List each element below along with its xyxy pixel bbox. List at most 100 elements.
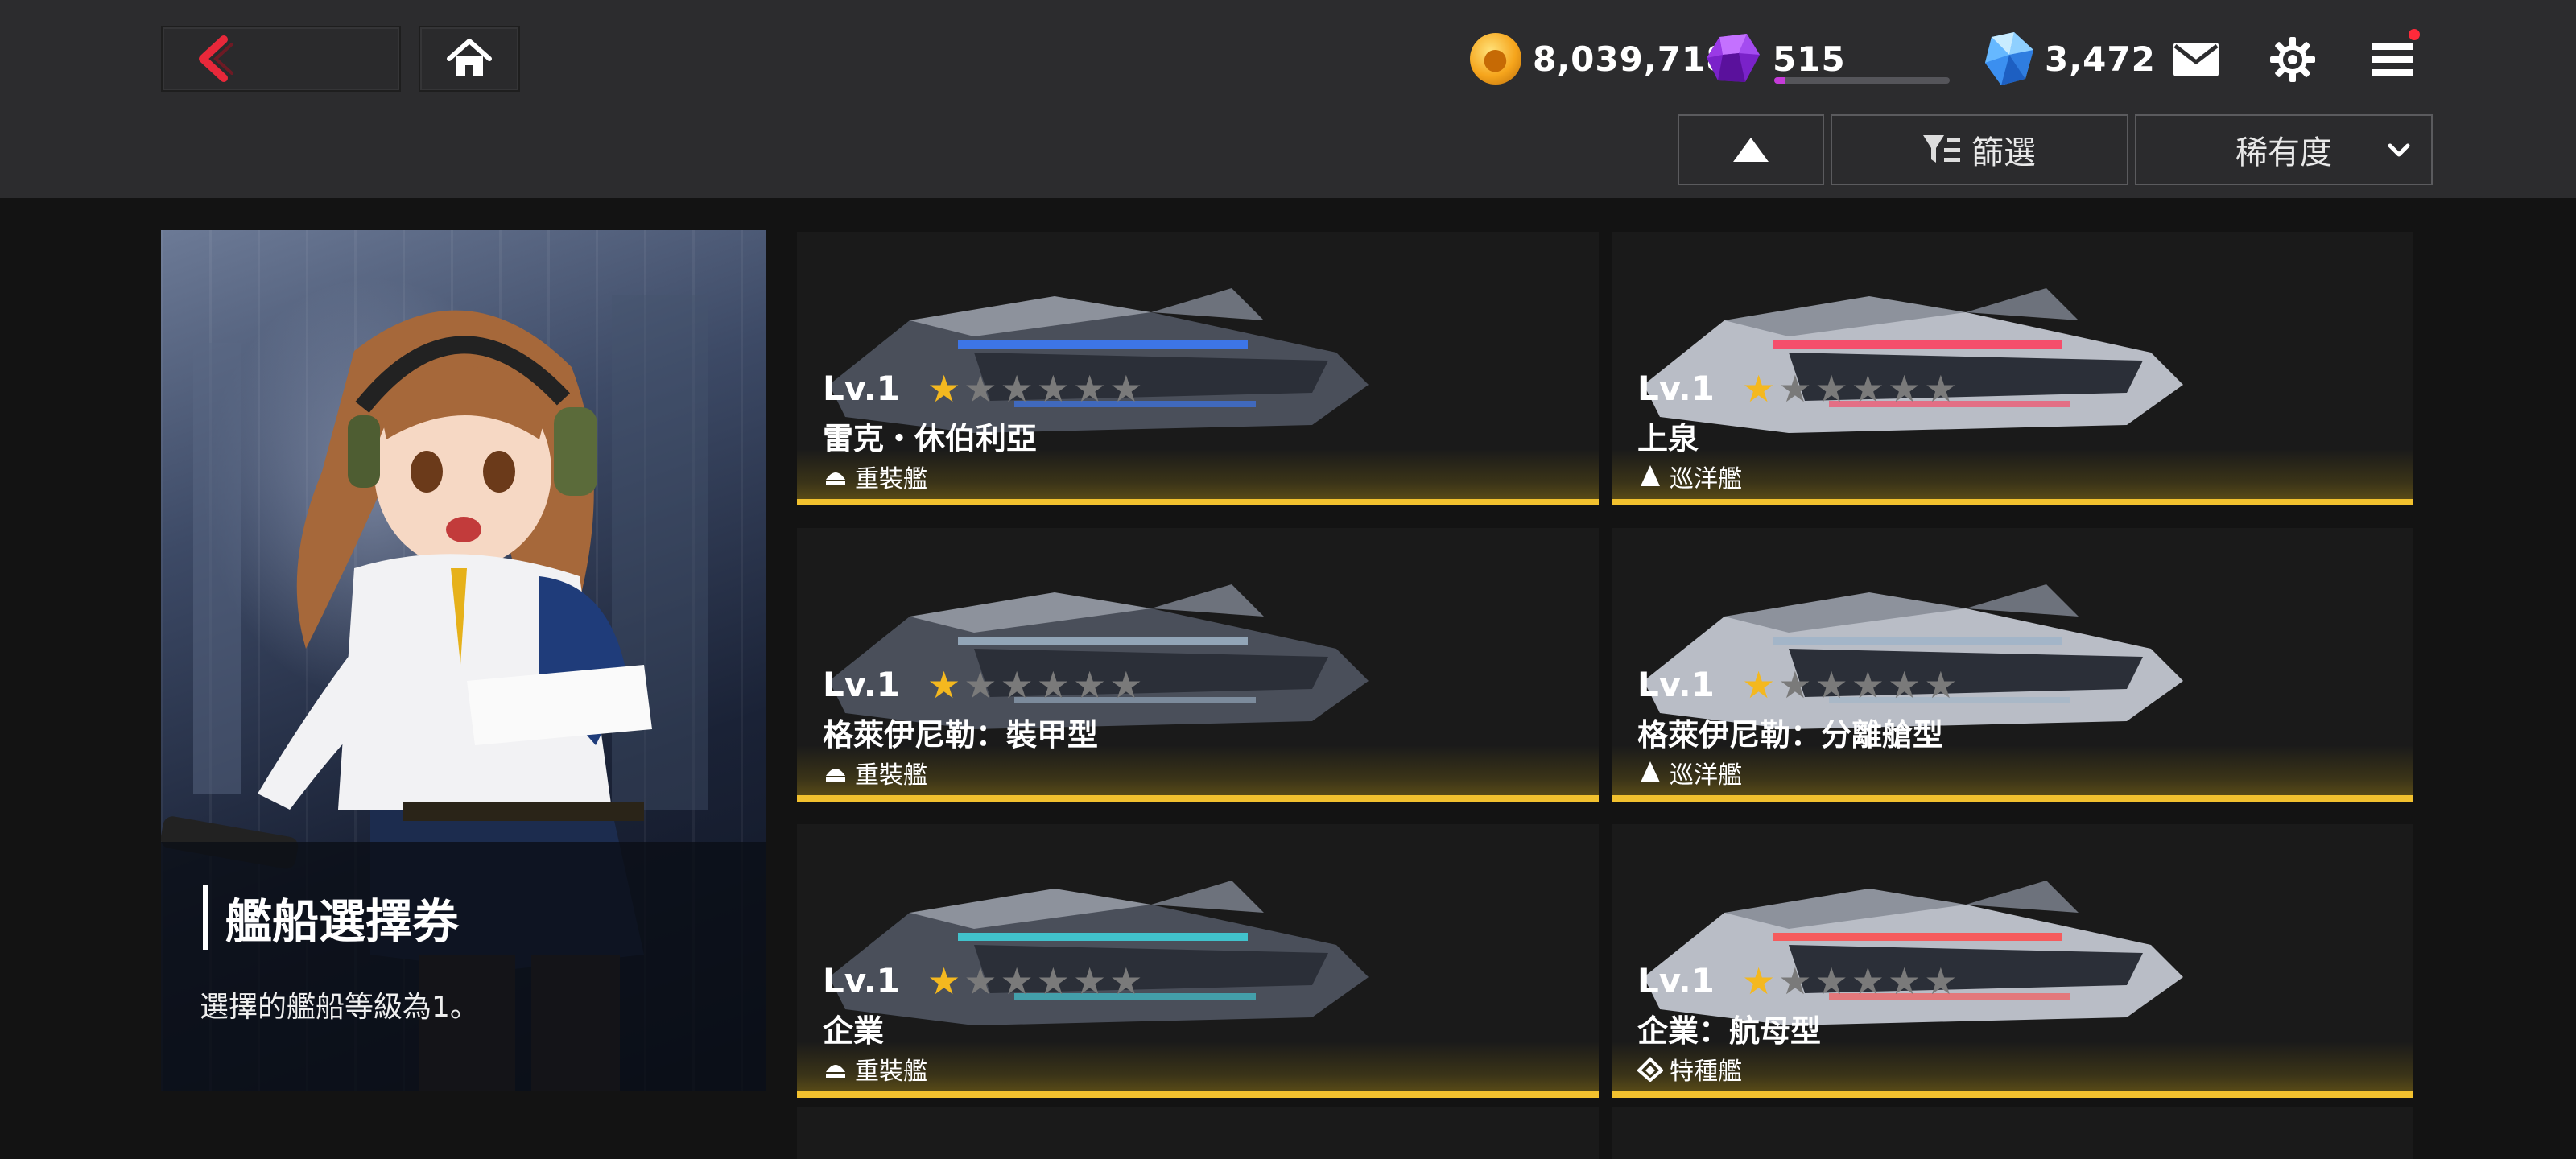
ship-card-partial[interactable] [1612, 1107, 2413, 1159]
sort-label: 稀有度 [2235, 134, 2332, 171]
gear-icon [2270, 37, 2315, 82]
ship-card[interactable]: Lv.1 ★ ★ ★ ★ ★ ★ 格萊伊尼勒：分離艙型 巡洋艦 [1612, 528, 2413, 802]
star-empty-icon: ★ [1851, 959, 1885, 1003]
ship-stars: ★ ★ ★ ★ ★ ★ [927, 666, 1143, 703]
rarity-bar [797, 795, 1599, 802]
star-empty-icon: ★ [1888, 663, 1922, 707]
star-empty-icon: ★ [1814, 959, 1848, 1003]
star-empty-icon: ★ [1109, 959, 1143, 1003]
special-ship-type-icon [1637, 1057, 1663, 1082]
star-filled-icon: ★ [927, 663, 961, 707]
ship-level: Lv.1 [1637, 665, 1715, 704]
home-button[interactable] [419, 26, 520, 92]
chevron-down-icon [2388, 143, 2410, 157]
energy-progress-bar [1774, 77, 1950, 84]
ship-level: Lv.1 [1637, 961, 1715, 1000]
home-icon [447, 39, 492, 76]
ship-type-label: 巡洋艦 [1670, 761, 1742, 790]
star-filled-icon: ★ [1742, 663, 1776, 707]
ship-type-label: 特種艦 [1670, 1058, 1742, 1086]
sort-direction-button[interactable] [1678, 114, 1824, 185]
heavy-ship-type-icon [826, 769, 845, 782]
star-filled-icon: ★ [1742, 959, 1776, 1003]
purple-gem-icon [1707, 34, 1760, 82]
ship-level: Lv.1 [823, 961, 900, 1000]
filter-icon [1923, 135, 1960, 163]
star-filled-icon: ★ [927, 367, 961, 410]
ship-name: 上泉 [1637, 421, 1699, 456]
ship-card[interactable]: Lv.1 ★ ★ ★ ★ ★ ★ 雷克・休伯利亞 重裝艦 [797, 232, 1599, 505]
star-empty-icon: ★ [1109, 663, 1143, 707]
ship-type: 特種艦 [1637, 1051, 1742, 1087]
energy-progress-fill [1774, 77, 1785, 84]
star-empty-icon: ★ [1778, 663, 1812, 707]
ship-card[interactable]: Lv.1 ★ ★ ★ ★ ★ ★ 格萊伊尼勒：裝甲型 重裝艦 [797, 528, 1599, 802]
top-bar: ● 8,039,718 515 3,472 篩選 稀有度 [0, 0, 2576, 198]
mail-icon [2174, 43, 2219, 76]
rarity-bar [1612, 499, 2413, 505]
star-empty-icon: ★ [1778, 367, 1812, 410]
ship-level: Lv.1 [823, 665, 900, 704]
ship-model-image [1644, 288, 2183, 433]
ship-name: 企業：航母型 [1637, 1013, 1822, 1049]
crystal-amount: 3,472 [2045, 39, 2156, 79]
ship-stars: ★ ★ ★ ★ ★ ★ [1742, 963, 1958, 1000]
mail-button[interactable] [2165, 29, 2227, 90]
ship-card[interactable]: Lv.1 ★ ★ ★ ★ ★ ★ 上泉 巡洋艦 [1612, 232, 2413, 505]
cruiser-type-icon [1641, 465, 1660, 486]
star-empty-icon: ★ [1924, 367, 1958, 410]
back-chevron-icon [199, 35, 233, 82]
star-empty-icon: ★ [1036, 959, 1070, 1003]
star-empty-icon: ★ [1924, 959, 1958, 1003]
menu-icon [2372, 43, 2413, 76]
ship-stars: ★ ★ ★ ★ ★ ★ [927, 963, 1143, 1000]
rarity-bar [797, 1091, 1599, 1098]
ship-type-label: 重裝艦 [855, 465, 927, 493]
ticket-description: 選擇的艦船等級為1。 [200, 991, 479, 1024]
ship-type: 重裝艦 [823, 755, 927, 790]
sort-select[interactable]: 稀有度 [2135, 114, 2433, 185]
rarity-bar [1612, 1091, 2413, 1098]
star-empty-icon: ★ [1000, 663, 1034, 707]
ticket-title: 艦船選擇券 [203, 885, 459, 950]
ship-name: 雷克・休伯利亞 [823, 421, 1038, 456]
star-empty-icon: ★ [1000, 959, 1034, 1003]
star-empty-icon: ★ [1924, 663, 1958, 707]
ticket-info-box [161, 842, 766, 1091]
star-empty-icon: ★ [964, 959, 997, 1003]
back-button[interactable] [161, 26, 401, 92]
gold-amount: 8,039,718 [1533, 39, 1731, 79]
star-empty-icon: ★ [1000, 367, 1034, 410]
star-empty-icon: ★ [1814, 663, 1848, 707]
ship-stars: ★ ★ ★ ★ ★ ★ [1742, 666, 1958, 703]
star-empty-icon: ★ [1073, 663, 1107, 707]
ship-card[interactable]: Lv.1 ★ ★ ★ ★ ★ ★ 企業：航母型 特種艦 [1612, 824, 2413, 1098]
ship-model-image [829, 881, 1368, 1025]
ship-card-partial[interactable] [797, 1107, 1599, 1159]
heavy-ship-type-icon [826, 472, 845, 485]
star-empty-icon: ★ [1109, 367, 1143, 410]
menu-button[interactable] [2362, 29, 2423, 90]
filter-button[interactable]: 篩選 [1831, 114, 2128, 185]
star-empty-icon: ★ [1888, 959, 1922, 1003]
gold-currency: ● 8,039,718 [1470, 29, 1730, 89]
settings-button[interactable] [2262, 29, 2323, 90]
gold-coin-icon: ● [1470, 33, 1521, 85]
rarity-bar [1612, 795, 2413, 802]
ship-name: 企業 [823, 1013, 885, 1049]
star-empty-icon: ★ [1036, 663, 1070, 707]
star-empty-icon: ★ [1036, 367, 1070, 410]
star-empty-icon: ★ [1778, 959, 1812, 1003]
energy-amount: 515 [1773, 39, 1846, 79]
star-empty-icon: ★ [1851, 367, 1885, 410]
star-empty-icon: ★ [1851, 663, 1885, 707]
ship-name: 格萊伊尼勒：裝甲型 [823, 717, 1099, 753]
ship-card[interactable]: Lv.1 ★ ★ ★ ★ ★ ★ 企業 重裝艦 [797, 824, 1599, 1098]
ship-type-label: 重裝艦 [855, 1058, 927, 1086]
rarity-bar [797, 499, 1599, 505]
ship-type: 重裝艦 [823, 1051, 927, 1087]
ship-type-label: 巡洋艦 [1670, 465, 1742, 493]
star-empty-icon: ★ [1814, 367, 1848, 410]
heavy-ship-type-icon [826, 1065, 845, 1078]
filter-label: 篩選 [1971, 134, 2036, 171]
